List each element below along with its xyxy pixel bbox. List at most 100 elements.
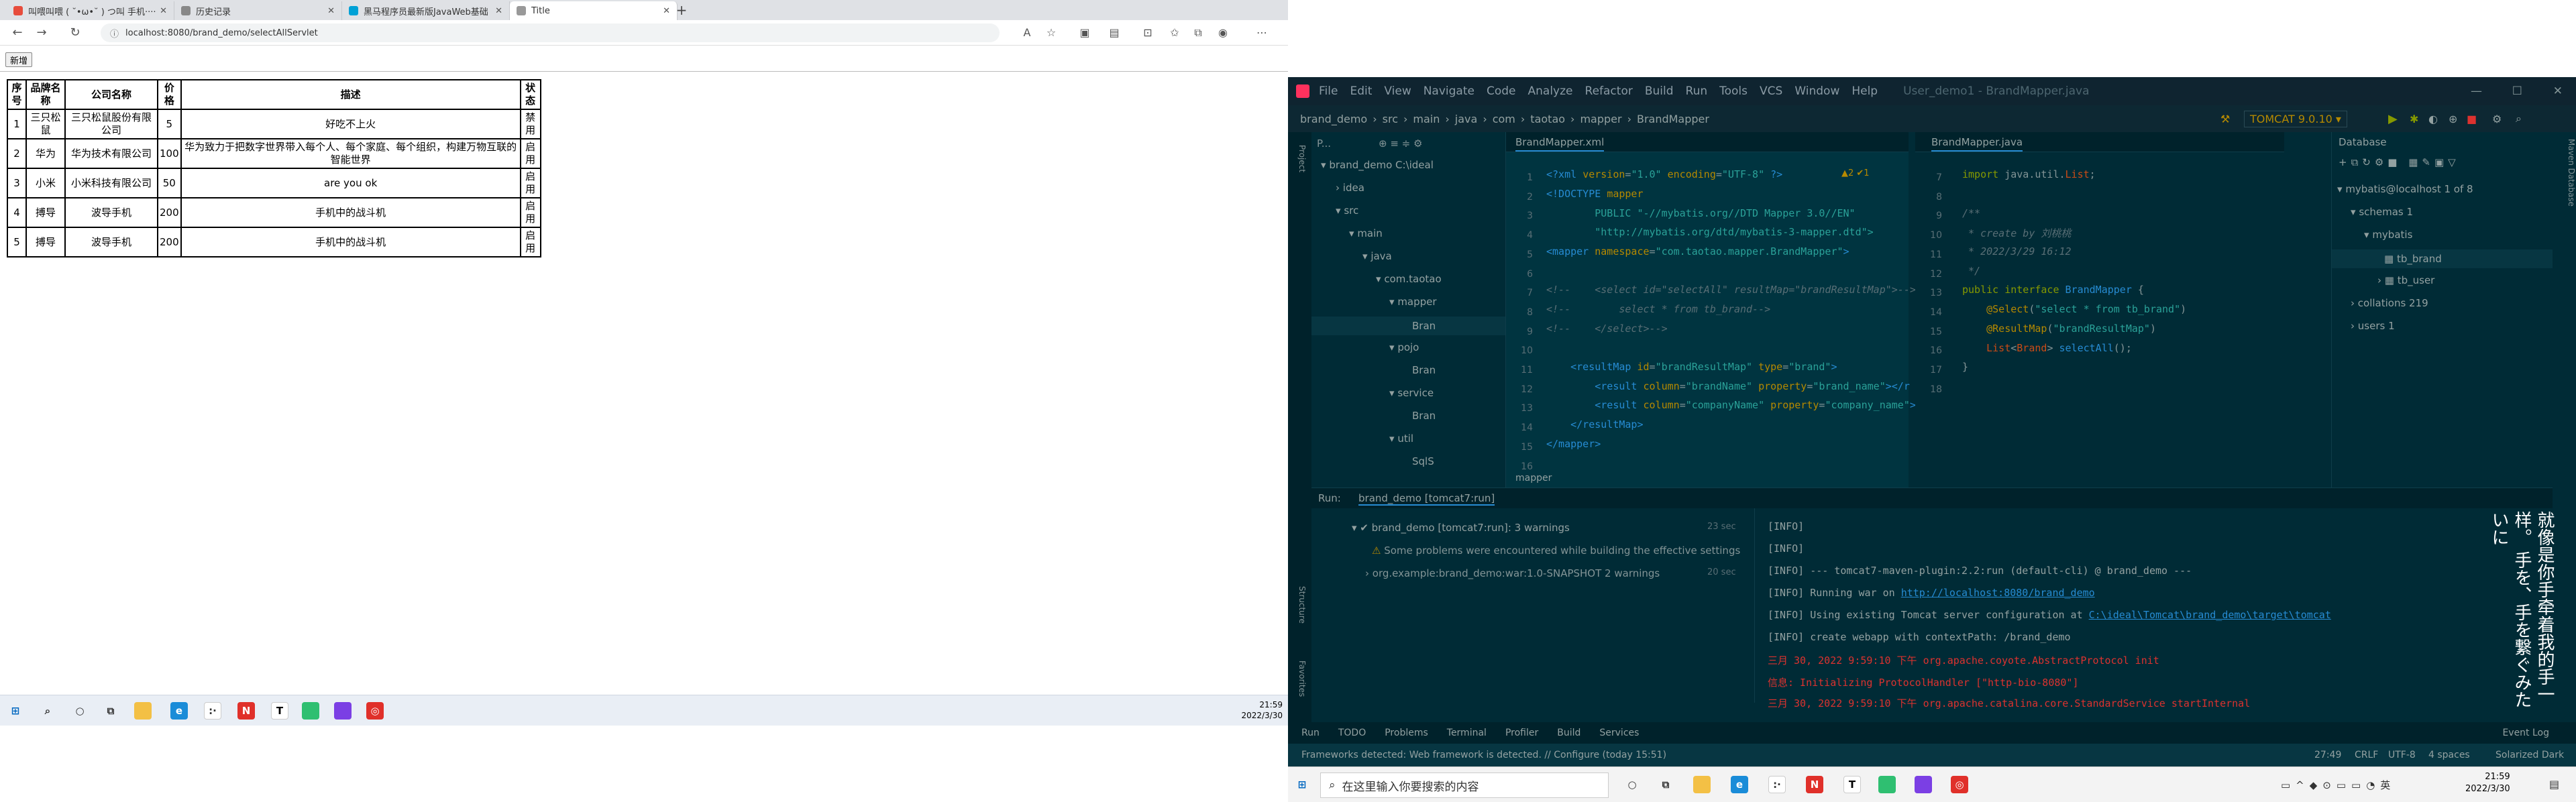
- add-button[interactable]: 新增: [5, 52, 33, 67]
- task-view-icon[interactable]: ⧉: [1657, 776, 1674, 793]
- extension-icon[interactable]: ▤: [1107, 25, 1122, 40]
- terminal-tool-tab[interactable]: Terminal: [1447, 728, 1487, 738]
- caret-position[interactable]: 27:49: [2314, 750, 2341, 760]
- menu-run[interactable]: Run: [1686, 84, 1708, 98]
- run-config-tab[interactable]: brand_demo [tomcat7:run]: [1358, 492, 1495, 506]
- editor-tab[interactable]: BrandMapper.java: [1931, 136, 2023, 152]
- netease-music-icon[interactable]: ◎: [1951, 776, 1968, 793]
- start-icon[interactable]: ⊞: [7, 702, 24, 720]
- tree-item-selected[interactable]: Bran: [1311, 317, 1505, 335]
- right-tool-strip[interactable]: Maven Database: [2556, 139, 2576, 273]
- project-toolbar-icons[interactable]: ⊕ ≡ ≑ ⚙: [1379, 137, 1422, 150]
- favorite-icon[interactable]: ☆: [1044, 25, 1059, 40]
- back-icon[interactable]: ←: [9, 25, 25, 41]
- run-tool-tab[interactable]: Run: [1301, 728, 1320, 738]
- address-bar[interactable]: ⓘ localhost:8080/brand_demo/selectAllServ…: [101, 23, 1000, 42]
- run-icon[interactable]: ▶: [2388, 112, 2398, 126]
- tree-item[interactable]: ▾ mapper: [1389, 296, 1437, 308]
- read-aloud-icon[interactable]: A: [1020, 25, 1034, 40]
- browser-tab-3[interactable]: 黑马程序员最新版JavaWeb基础 ✕: [342, 1, 510, 20]
- notification-icon[interactable]: ▤: [2549, 778, 2559, 791]
- menu-code[interactable]: Code: [1487, 84, 1516, 98]
- db-tree-item[interactable]: ▾ mybatis@localhost 1 of 8: [2337, 183, 2473, 195]
- intellij-icon[interactable]: [334, 702, 352, 720]
- splitter[interactable]: [1754, 508, 1755, 703]
- browser-tab-4[interactable]: Title ✕: [510, 1, 678, 20]
- wechat-icon[interactable]: [302, 702, 319, 720]
- status-message[interactable]: Frameworks detected: Web framework is de…: [1301, 750, 1666, 760]
- build-icon[interactable]: ⚒: [2220, 113, 2230, 125]
- debug-icon[interactable]: ✱: [2410, 113, 2418, 125]
- tree-item[interactable]: ▾ brand_demo C:\ideal: [1321, 159, 1434, 171]
- build-tool-tab[interactable]: Build: [1557, 728, 1580, 738]
- explorer-icon[interactable]: [1693, 776, 1711, 793]
- close-icon[interactable]: ✕: [160, 6, 167, 16]
- app-icon[interactable]: N: [1806, 776, 1823, 793]
- breadcrumb-item[interactable]: taotao: [1530, 113, 1565, 125]
- taskbar-search[interactable]: ⌕ 在这里输入你要搜索的内容: [1320, 772, 1609, 798]
- run-tree-item[interactable]: › org.example:brand_demo:war:1.0-SNAPSHO…: [1365, 567, 1660, 579]
- tree-item[interactable]: › idea: [1336, 182, 1364, 194]
- project-tool-tab[interactable]: Project: [1293, 139, 1307, 179]
- line-separator[interactable]: CRLF: [2355, 750, 2378, 760]
- stop-icon[interactable]: ■: [2467, 113, 2477, 125]
- menu-icon[interactable]: ⋯: [1254, 25, 1269, 40]
- minimize-icon[interactable]: —: [2471, 84, 2482, 98]
- system-tray-icons[interactable]: ▭^◆⊙▭▭◔英: [2281, 778, 2396, 792]
- menu-window[interactable]: Window: [1794, 84, 1839, 98]
- log-link[interactable]: C:\ideal\Tomcat\brand_demo\target\tomcat: [2089, 609, 2331, 621]
- menu-analyze[interactable]: Analyze: [1528, 84, 1573, 98]
- event-log-tab[interactable]: Event Log: [2502, 728, 2549, 738]
- maximize-icon[interactable]: ☐: [2512, 84, 2522, 98]
- breadcrumb-item[interactable]: com: [1493, 113, 1515, 125]
- db-tree-item-selected[interactable]: ▦ tb_brand: [2332, 249, 2553, 268]
- breadcrumb-item[interactable]: BrandMapper: [1637, 113, 1709, 125]
- typora-icon[interactable]: T: [1843, 776, 1861, 793]
- task-view-icon[interactable]: ⧉: [102, 702, 119, 720]
- app-icon[interactable]: N: [237, 702, 255, 720]
- search-icon[interactable]: ⌕: [2516, 112, 2522, 125]
- db-tree-item[interactable]: › collations 219: [2351, 297, 2428, 309]
- netease-music-icon[interactable]: ◎: [366, 702, 384, 720]
- editor-tab[interactable]: BrandMapper.xml: [1515, 136, 1605, 152]
- start-icon[interactable]: ⊞: [1293, 776, 1311, 793]
- settings-icon[interactable]: ⚙: [2492, 113, 2502, 125]
- tree-item[interactable]: ▾ pojo: [1389, 341, 1419, 353]
- log-link[interactable]: http://localhost:8080/brand_demo: [1901, 587, 2095, 599]
- tree-item[interactable]: Bran: [1412, 364, 1436, 376]
- menu-navigate[interactable]: Navigate: [1424, 84, 1474, 98]
- split-icon[interactable]: ⊡: [1140, 25, 1155, 40]
- breadcrumb-item[interactable]: main: [1413, 113, 1440, 125]
- collections-icon[interactable]: ⧉: [1191, 25, 1205, 40]
- close-icon[interactable]: ✕: [2553, 84, 2563, 98]
- db-tree-item[interactable]: › ▦ tb_user: [2377, 274, 2434, 286]
- cortana-icon[interactable]: ○: [71, 702, 89, 720]
- breadcrumb-item[interactable]: java: [1455, 113, 1478, 125]
- app-icon[interactable]: :·: [204, 702, 221, 720]
- favorites-icon[interactable]: ✩: [1167, 25, 1182, 40]
- forward-icon[interactable]: →: [34, 25, 50, 41]
- run-config-selector[interactable]: TOMCAT 9.0.10 ▾: [2244, 110, 2347, 127]
- new-tab-button[interactable]: +: [674, 3, 690, 19]
- profiler-tool-tab[interactable]: Profiler: [1505, 728, 1538, 738]
- tree-item[interactable]: ▾ util: [1389, 433, 1413, 445]
- menu-file[interactable]: File: [1319, 84, 1338, 98]
- breadcrumb-item[interactable]: brand_demo: [1300, 113, 1367, 125]
- menu-tools[interactable]: Tools: [1719, 84, 1748, 98]
- tree-item[interactable]: ▾ service: [1389, 387, 1434, 399]
- todo-tool-tab[interactable]: TODO: [1338, 728, 1366, 738]
- problems-tool-tab[interactable]: Problems: [1385, 728, 1428, 738]
- db-tree-item[interactable]: › users 1: [2351, 320, 2395, 332]
- tree-item[interactable]: ▾ src: [1336, 205, 1358, 217]
- tree-item[interactable]: SqlS: [1412, 455, 1434, 467]
- menu-build[interactable]: Build: [1645, 84, 1674, 98]
- typora-icon[interactable]: T: [271, 702, 288, 720]
- extension-icon[interactable]: ▣: [1077, 25, 1092, 40]
- run-tree-item[interactable]: ▾ ✔ brand_demo [tomcat7:run]: 3 warnings: [1352, 522, 1570, 534]
- browser-tab-2[interactable]: 历史记录 ✕: [174, 1, 342, 20]
- menu-vcs[interactable]: VCS: [1760, 84, 1782, 98]
- cortana-icon[interactable]: ○: [1623, 776, 1641, 793]
- db-tree-item[interactable]: ▾ schemas 1: [2351, 206, 2413, 218]
- run-tree-item[interactable]: ⚠ Some problems were encountered while b…: [1372, 545, 1740, 557]
- db-toolbar-icons[interactable]: +⧉↻⚙■ ▦✎▣▽: [2339, 156, 2460, 168]
